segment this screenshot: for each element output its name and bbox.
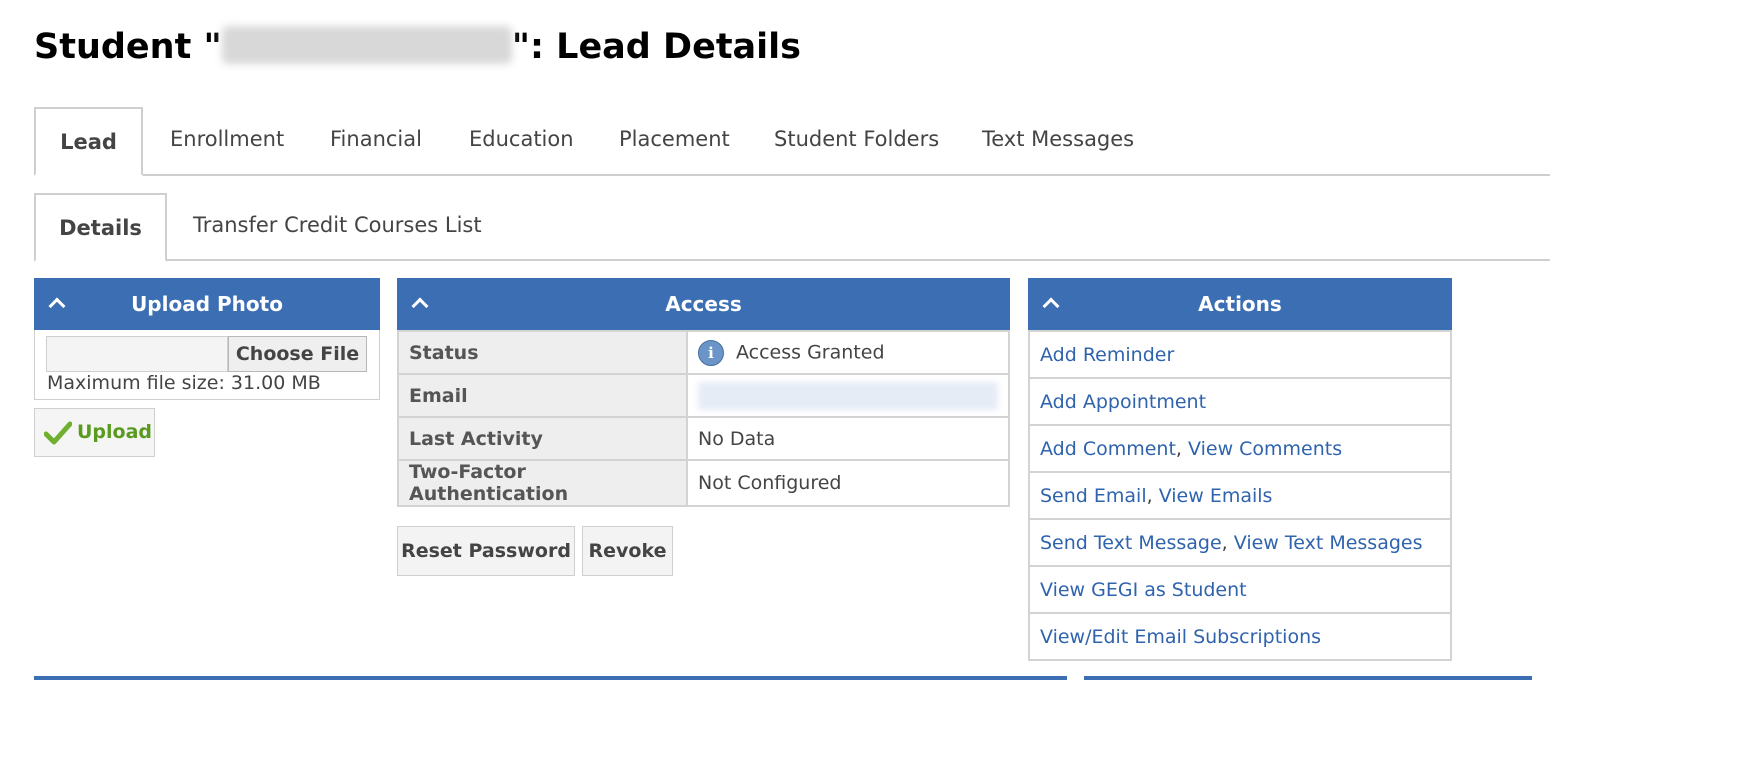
last-activity-value: No Data <box>686 416 1010 461</box>
send-email-link[interactable]: Send Email <box>1040 485 1147 507</box>
actions-list: Add Reminder Add Appointment Add Comment… <box>1028 330 1452 661</box>
choose-file-button[interactable]: Choose File <box>228 336 367 372</box>
table-row: Last Activity No Data <box>397 416 1010 461</box>
page-title: Student " ": Lead Details <box>34 26 801 67</box>
tab-lead[interactable]: Lead <box>34 107 143 176</box>
redacted-student-name <box>221 26 512 64</box>
tab-placement[interactable]: Placement <box>619 107 730 174</box>
tab-student-folders[interactable]: Student Folders <box>774 107 939 174</box>
add-reminder-link[interactable]: Add Reminder <box>1040 344 1174 366</box>
two-factor-label: Two-Factor Authentication <box>397 459 688 507</box>
list-item: View GEGI as Student <box>1028 565 1452 614</box>
view-gegi-as-student-link[interactable]: View GEGI as Student <box>1040 579 1247 601</box>
view-emails-link[interactable]: View Emails <box>1159 485 1273 507</box>
upload-photo-header: Upload Photo <box>34 278 380 330</box>
max-file-size-note: Maximum file size: 31.00 MB <box>47 372 321 394</box>
view-edit-email-subscriptions-link[interactable]: View/Edit Email Subscriptions <box>1040 626 1321 648</box>
access-header: Access <box>397 278 1010 330</box>
send-text-message-link[interactable]: Send Text Message <box>1040 532 1222 554</box>
email-label: Email <box>397 373 688 418</box>
collapse-chevron-icon[interactable] <box>46 278 70 330</box>
access-table: Status i Access Granted Email Last Activi… <box>397 330 1010 507</box>
redacted-email <box>698 381 998 410</box>
revoke-button[interactable]: Revoke <box>582 526 673 576</box>
subtab-details[interactable]: Details <box>34 193 167 262</box>
upload-button[interactable]: Upload <box>34 408 155 457</box>
next-panel-header-right <box>1084 676 1532 680</box>
add-comment-link[interactable]: Add Comment <box>1040 438 1176 460</box>
list-item: Add Comment, View Comments <box>1028 424 1452 473</box>
checkmark-icon <box>44 421 72 445</box>
collapse-chevron-icon[interactable] <box>409 278 433 330</box>
main-tab-bar: Lead Enrollment Financial Education Plac… <box>34 107 1550 176</box>
list-item: Add Appointment <box>1028 377 1452 426</box>
list-item: Add Reminder <box>1028 330 1452 379</box>
table-row: Email <box>397 373 1010 418</box>
two-factor-value: Not Configured <box>686 459 1010 507</box>
list-item: Send Email, View Emails <box>1028 471 1452 520</box>
subtab-transfer-credit-courses[interactable]: Transfer Credit Courses List <box>193 193 482 260</box>
file-path-field[interactable] <box>46 336 228 372</box>
list-item: View/Edit Email Subscriptions <box>1028 612 1452 661</box>
tab-enrollment[interactable]: Enrollment <box>170 107 284 174</box>
tab-text-messages[interactable]: Text Messages <box>982 107 1134 174</box>
add-appointment-link[interactable]: Add Appointment <box>1040 391 1206 413</box>
list-item: Send Text Message, View Text Messages <box>1028 518 1452 567</box>
last-activity-label: Last Activity <box>397 416 688 461</box>
table-row: Two-Factor Authentication Not Configured <box>397 459 1010 507</box>
collapse-chevron-icon[interactable] <box>1040 278 1064 330</box>
status-label: Status <box>397 330 688 375</box>
tab-education[interactable]: Education <box>469 107 574 174</box>
view-text-messages-link[interactable]: View Text Messages <box>1234 532 1423 554</box>
table-row: Status i Access Granted <box>397 330 1010 375</box>
next-panel-header-left <box>34 676 1067 680</box>
email-value <box>686 373 1010 418</box>
tab-financial[interactable]: Financial <box>330 107 422 174</box>
info-icon[interactable]: i <box>698 339 724 366</box>
view-comments-link[interactable]: View Comments <box>1188 438 1342 460</box>
status-value: i Access Granted <box>686 330 1010 375</box>
reset-password-button[interactable]: Reset Password <box>397 526 575 576</box>
actions-header: Actions <box>1028 278 1452 330</box>
sub-tab-bar: Details Transfer Credit Courses List <box>34 193 1550 262</box>
